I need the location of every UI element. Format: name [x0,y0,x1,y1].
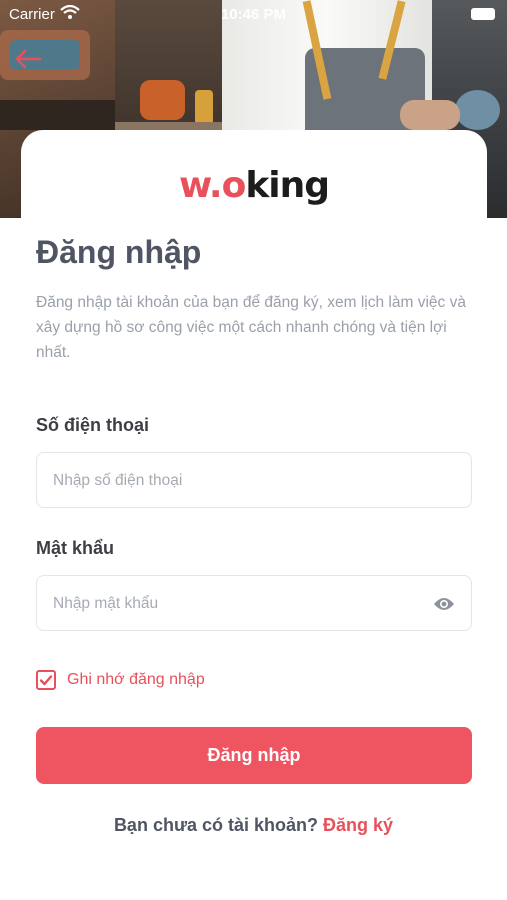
login-card: w.oking [21,130,487,230]
eye-icon[interactable] [433,596,455,617]
signup-link[interactable]: Đăng ký [323,815,393,835]
phone-label: Số điện thoại [36,415,150,435]
login-form: Đăng nhập Đăng nhập tài khoản của bạn để… [0,218,507,900]
password-placeholder: Nhập mật khẩu [53,595,159,612]
page-title: Đăng nhập [36,234,202,270]
remember-checkbox[interactable] [36,670,56,690]
page-description: Đăng nhập tài khoản của bạn để đăng ký, … [36,294,466,361]
remember-label: Ghi nhớ đăng nhập [67,671,205,688]
phone-placeholder: Nhập số điện thoại [53,472,183,489]
status-bar: Carrier 10:46 PM [0,0,507,30]
signup-row: Bạn chưa có tài khoản? Đăng ký [0,815,507,836]
phone-field[interactable]: Nhập số điện thoại [36,452,472,508]
battery-icon [471,8,495,20]
password-field[interactable]: Nhập mật khẩu [36,575,472,631]
password-label: Mật khẩu [36,538,115,558]
status-time: 10:46 PM [220,6,287,23]
back-arrow-icon[interactable] [14,48,42,75]
login-button[interactable]: Đăng nhập [36,727,472,784]
signup-prompt: Bạn chưa có tài khoản? [113,815,319,835]
checkmark-icon [39,675,53,686]
woking-logo: w.oking [178,165,330,206]
